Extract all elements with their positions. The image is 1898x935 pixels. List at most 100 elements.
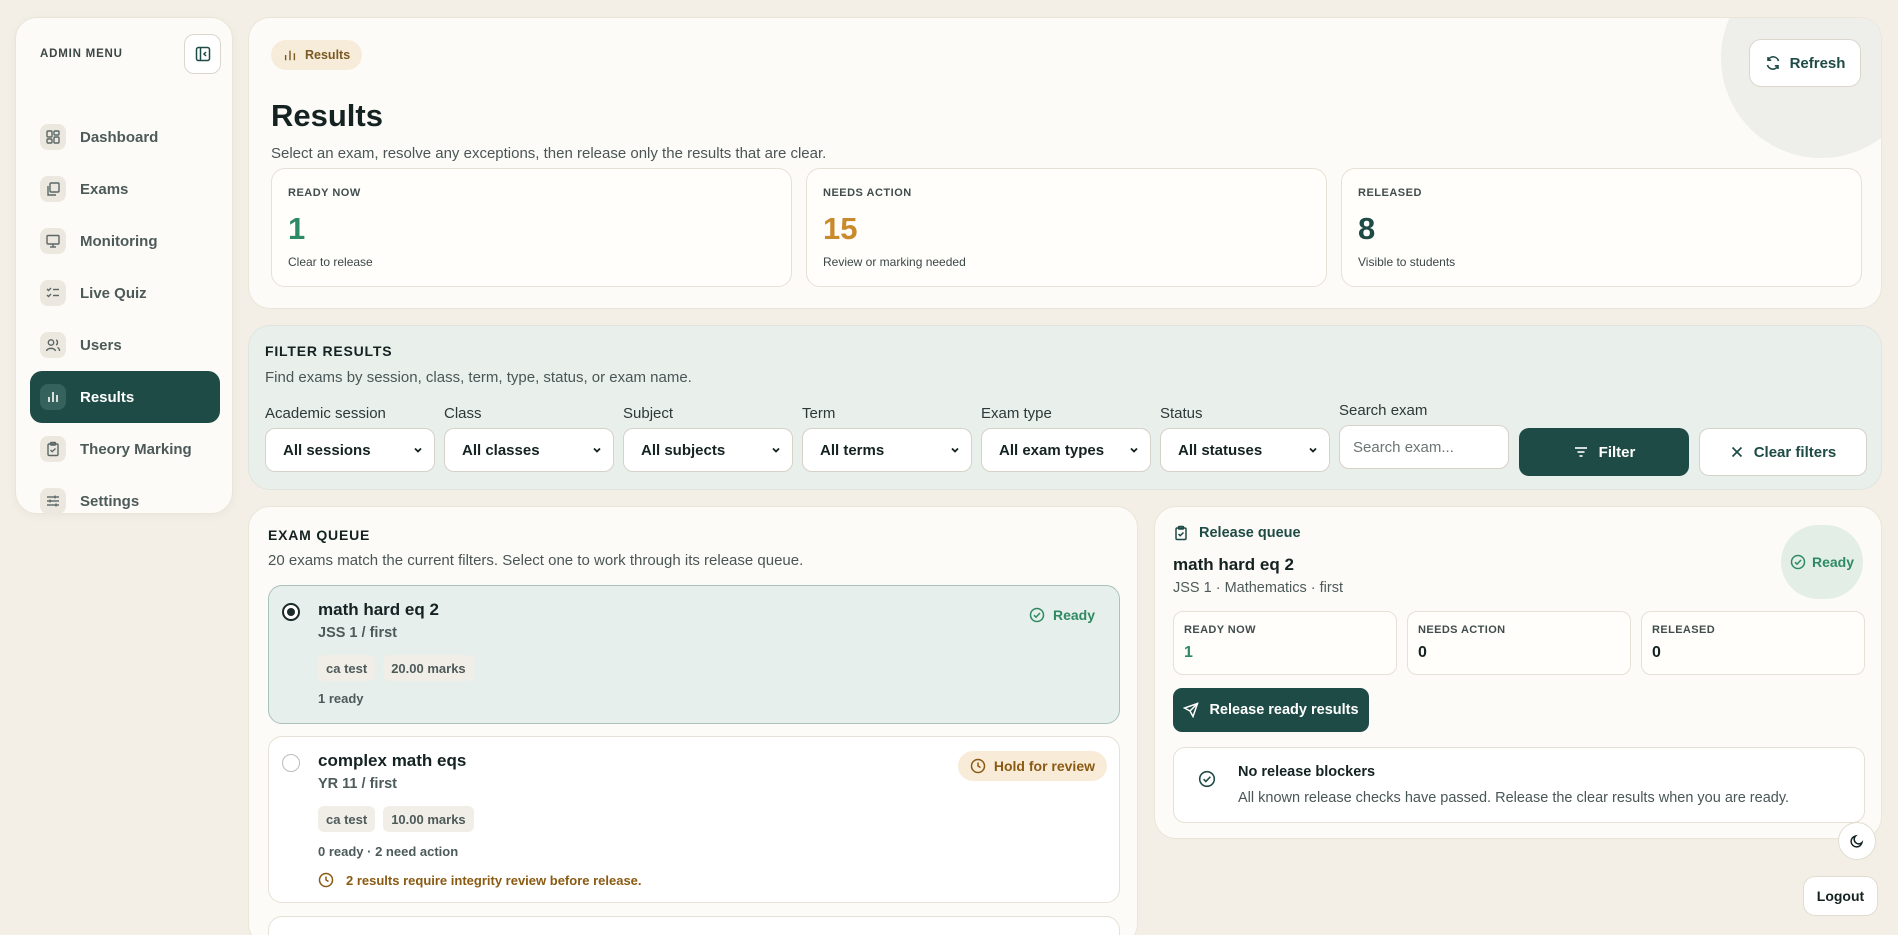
send-icon <box>1183 702 1200 718</box>
filter-icon <box>1574 447 1587 457</box>
field-label: Term <box>802 405 836 422</box>
exam-meta: 0 ready · 2 need action <box>318 844 459 859</box>
logout-button[interactable]: Logout <box>1803 876 1878 916</box>
panel-collapse-icon <box>195 46 210 62</box>
release-exam-name: math hard eq 2 <box>1173 555 1294 574</box>
check-circle-icon <box>1029 607 1045 623</box>
field-label: Exam type <box>981 405 1052 422</box>
field-label: Subject <box>623 405 674 422</box>
sidebar-item-exams[interactable]: Exams <box>30 163 220 215</box>
exam-warning: 2 results require integrity review befor… <box>318 872 642 888</box>
exam-tag: ca test <box>318 655 376 681</box>
academic-session-field: Academic session All sessions <box>265 405 435 472</box>
subject-field: Subject All subjects <box>623 405 793 472</box>
blocker-description: All known release checks have passed. Re… <box>1238 790 1790 806</box>
stat-label: NEEDS ACTION <box>823 187 912 199</box>
sidebar-item-settings[interactable]: Settings <box>30 475 220 527</box>
monitor-icon <box>40 228 66 254</box>
stat-label: READY NOW <box>288 187 361 199</box>
sidebar-item-label: Live Quiz <box>80 284 147 302</box>
bar-chart-icon <box>284 50 296 61</box>
release-queue-card: Release queue math hard eq 2 JSS 1 · Mat… <box>1154 506 1882 839</box>
exam-tag: ca test <box>318 806 376 832</box>
status-badge: Ready <box>1017 600 1107 630</box>
status-field: Status All statuses <box>1160 405 1330 472</box>
sidebar-item-users[interactable]: Users <box>30 319 220 371</box>
chevron-down-icon <box>414 447 422 453</box>
stat-caption: Clear to release <box>288 255 373 269</box>
sidebar-item-monitoring[interactable]: Monitoring <box>30 215 220 267</box>
exam-tag: 10.00 marks <box>383 806 474 832</box>
exam-tag: 20.00 marks <box>383 655 474 681</box>
refresh-button[interactable]: Refresh <box>1749 39 1861 87</box>
field-label: Status <box>1160 405 1203 422</box>
filter-subtitle: Find exams by session, class, term, type… <box>265 369 692 386</box>
sidebar-heading: ADMIN MENU <box>40 48 123 60</box>
stat-ready-now: READY NOW 1 Clear to release <box>271 168 792 287</box>
release-stat-needs-action: NEEDS ACTION 0 <box>1407 611 1631 675</box>
exam-class-term: JSS 1 / first <box>318 625 397 641</box>
sidebar-item-live-quiz[interactable]: Live Quiz <box>30 267 220 319</box>
exam-type-select[interactable]: All exam types <box>981 428 1151 472</box>
exam-queue-subtitle: 20 exams match the current filters. Sele… <box>268 552 804 569</box>
class-select[interactable]: All classes <box>444 428 614 472</box>
stat-value: 15 <box>823 211 858 246</box>
exam-row[interactable]: complex math eqs YR 11 / first ca test 1… <box>268 736 1120 903</box>
collapse-sidebar-button[interactable] <box>184 34 221 74</box>
field-label: Class <box>444 405 482 422</box>
exam-name: math hard eq 2 <box>318 600 439 619</box>
release-stat-ready: READY NOW 1 <box>1173 611 1397 675</box>
sidebar-item-label: Users <box>80 336 122 354</box>
checklist-icon <box>40 280 66 306</box>
exam-row[interactable]: math hard eq 2 JSS 1 / first ca test 20.… <box>268 585 1120 724</box>
stat-released: RELEASED 8 Visible to students <box>1341 168 1862 287</box>
term-field: Term All terms <box>802 405 972 472</box>
sidebar-item-dashboard[interactable]: Dashboard <box>30 111 220 163</box>
status-select[interactable]: All statuses <box>1160 428 1330 472</box>
subject-select[interactable]: All subjects <box>623 428 793 472</box>
field-label: Search exam <box>1339 402 1428 419</box>
release-stat-released: RELEASED 0 <box>1641 611 1865 675</box>
clock-icon <box>970 758 986 774</box>
sliders-icon <box>40 488 66 514</box>
chevron-down-icon <box>772 447 780 453</box>
stat-needs-action: NEEDS ACTION 15 Review or marking needed <box>806 168 1327 287</box>
check-circle-icon <box>1198 770 1216 788</box>
sidebar-item-results[interactable]: Results <box>30 371 220 423</box>
status-badge: Ready <box>1781 525 1863 599</box>
dashboard-icon <box>40 124 66 150</box>
filter-title: FILTER RESULTS <box>265 343 393 359</box>
class-field: Class All classes <box>444 405 614 472</box>
release-queue-heading: Release queue <box>1173 525 1301 541</box>
refresh-label: Refresh <box>1789 54 1846 72</box>
exam-queue-title: EXAM QUEUE <box>268 527 371 543</box>
chevron-down-icon <box>1309 447 1317 453</box>
section-pill-label: Results <box>305 48 351 62</box>
theme-toggle-button[interactable] <box>1838 822 1876 860</box>
exam-radio[interactable] <box>282 754 300 772</box>
stat-caption: Review or marking needed <box>823 255 966 269</box>
admin-sidebar: ADMIN MENU Dashboard Exams Monitoring Li… <box>15 17 233 514</box>
search-exam-input[interactable]: Search exam... <box>1339 425 1509 469</box>
filter-button[interactable]: Filter <box>1519 428 1689 476</box>
chevron-down-icon <box>951 447 959 453</box>
users-icon <box>40 332 66 358</box>
close-icon <box>1731 446 1742 458</box>
stat-caption: Visible to students <box>1358 255 1456 269</box>
sidebar-item-label: Dashboard <box>80 128 159 146</box>
stat-value: 1 <box>288 211 306 246</box>
clear-filters-button[interactable]: Clear filters <box>1699 428 1867 476</box>
release-ready-results-button[interactable]: Release ready results <box>1173 688 1369 732</box>
exam-radio-selected[interactable] <box>282 603 300 621</box>
academic-session-select[interactable]: All sessions <box>265 428 435 472</box>
sidebar-item-theory-marking[interactable]: Theory Marking <box>30 423 220 475</box>
search-exam-field: Search exam Search exam... <box>1339 402 1509 469</box>
exam-row-partial[interactable] <box>268 916 1120 935</box>
check-circle-icon <box>1790 554 1806 570</box>
sidebar-item-label: Settings <box>80 492 140 510</box>
moon-icon <box>1850 834 1864 848</box>
chevron-down-icon <box>593 447 601 453</box>
term-select[interactable]: All terms <box>802 428 972 472</box>
blocker-title: No release blockers <box>1238 764 1376 780</box>
page-subtitle: Select an exam, resolve any exceptions, … <box>271 145 827 162</box>
